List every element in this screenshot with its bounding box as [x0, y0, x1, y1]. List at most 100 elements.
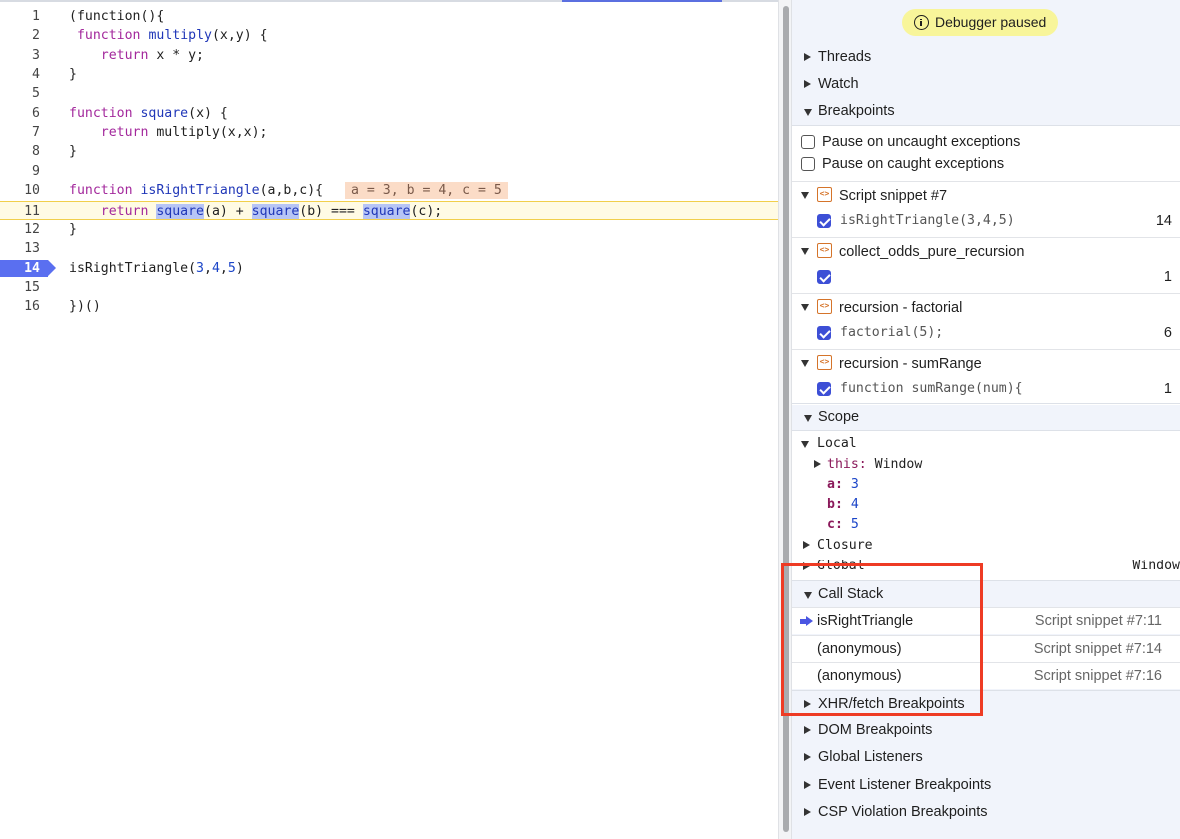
pause-caught-checkbox[interactable] — [801, 157, 815, 171]
breakpoint-checkbox[interactable] — [817, 326, 831, 340]
code-text: (function(){ — [69, 7, 164, 26]
code-line[interactable]: 2 function multiply(x,y) { — [0, 26, 778, 45]
breakpoint-line-number: 14 — [1155, 213, 1172, 229]
scrollbar-thumb[interactable] — [783, 6, 789, 832]
scope-global[interactable]: Global Window — [792, 560, 1180, 572]
code-line[interactable]: 11 return square(a) + square(b) === squa… — [0, 200, 778, 221]
pause-options: Pause on uncaught exceptions Pause on ca… — [792, 125, 1180, 181]
code-text: function multiply(x,y) { — [69, 26, 268, 45]
call-frame[interactable]: (anonymous) Script snippet #7:16 — [792, 662, 1180, 689]
code-line[interactable]: 15 — [0, 278, 778, 297]
code-line[interactable]: 6 function square(x) { — [0, 104, 778, 123]
line-number[interactable]: 6 — [0, 104, 40, 123]
call-stack-section-header[interactable]: Call Stack — [792, 580, 1180, 607]
scope-section-header[interactable]: Scope — [792, 403, 1180, 430]
line-number[interactable]: 4 — [0, 65, 40, 84]
line-number[interactable]: 9 — [0, 162, 40, 181]
event-listener-breakpoints-header[interactable]: Event Listener Breakpoints — [792, 772, 1180, 799]
collapse-triangle-icon[interactable] — [801, 304, 809, 311]
code-line[interactable]: 5 — [0, 84, 778, 103]
collapse-triangle-icon[interactable] — [801, 248, 809, 255]
breakpoint-entry[interactable]: factorial(5); 6 — [792, 322, 1180, 344]
line-number[interactable]: 3 — [0, 46, 40, 65]
breakpoint-checkbox[interactable] — [817, 214, 831, 228]
scope-closure[interactable]: Closure — [792, 536, 1180, 556]
expand-triangle-icon — [804, 80, 811, 88]
code-line[interactable]: 14 isRightTriangle(3,4,5) — [0, 259, 778, 278]
line-number[interactable]: 15 — [0, 278, 40, 297]
breakpoints-section-header[interactable]: Breakpoints — [792, 98, 1180, 125]
breakpoint-file-name: recursion - sumRange — [839, 356, 982, 372]
line-number[interactable]: 11 — [0, 202, 40, 221]
code-line[interactable]: 4} — [0, 65, 778, 84]
breakpoint-file-group[interactable]: <> recursion - sumRange function sumRange(… — [792, 349, 1180, 405]
line-number[interactable]: 13 — [0, 239, 40, 258]
breakpoint-entry[interactable]: 1 — [792, 266, 1180, 288]
xhr-breakpoints-header[interactable]: XHR/fetch Breakpoints — [792, 690, 1180, 717]
var-name: c — [827, 517, 835, 532]
line-number[interactable]: 7 — [0, 123, 40, 142]
call-frame[interactable]: isRightTriangle Script snippet #7:11 — [792, 607, 1180, 634]
line-number[interactable]: 1 — [0, 7, 40, 26]
breakpoint-file-group[interactable]: <> recursion - factorial factorial(5); 6 — [792, 293, 1180, 349]
breakpoint-line-number: 1 — [1163, 269, 1172, 285]
pause-caught-option[interactable]: Pause on caught exceptions — [792, 153, 1180, 175]
var-name: b — [827, 497, 835, 512]
code-line[interactable]: 8} — [0, 142, 778, 161]
breakpoint-checkbox[interactable] — [817, 382, 831, 396]
code-line[interactable]: 13 — [0, 239, 778, 258]
line-number[interactable]: 10 — [0, 181, 40, 200]
collapse-triangle-icon — [801, 441, 809, 448]
snippet-file-icon: <> — [817, 299, 832, 314]
breakpoint-file-group[interactable]: <> collect_odds_pure_recursion 1 — [792, 237, 1180, 293]
code-line[interactable]: 9 — [0, 162, 778, 181]
code-text: function square(x) { — [69, 104, 228, 123]
csp-violation-breakpoints-header[interactable]: CSP Violation Breakpoints — [792, 799, 1180, 826]
frame-location: Script snippet #7:14 — [1033, 641, 1162, 657]
expand-triangle-icon — [803, 541, 810, 549]
line-number[interactable]: 5 — [0, 84, 40, 103]
line-number[interactable]: 12 — [0, 220, 40, 239]
code-token: x * y; — [148, 47, 204, 63]
breakpoint-marker[interactable]: 14 — [0, 259, 56, 277]
code-line[interactable]: 1 (function(){ — [0, 7, 778, 26]
dom-breakpoints-header[interactable]: DOM Breakpoints — [792, 717, 1180, 744]
editor-scrollbar[interactable] — [778, 0, 792, 839]
code-line[interactable]: 10 function isRightTriangle(a,b,c){a = 3,… — [0, 181, 778, 200]
code-line[interactable]: 16})() — [0, 297, 778, 316]
watch-section-header[interactable]: Watch — [792, 71, 1180, 98]
code-editor[interactable]: 1 (function(){2 function multiply(x,y) {3… — [0, 0, 778, 839]
breakpoint-entry[interactable]: function sumRange(num){1 — [792, 378, 1180, 400]
code-line[interactable]: 7 return multiply(x,x); — [0, 123, 778, 142]
global-listeners-header[interactable]: Global Listeners — [792, 744, 1180, 771]
line-number[interactable]: 16 — [0, 297, 40, 316]
code-line[interactable]: 12} — [0, 220, 778, 239]
snippet-file-icon: <> — [817, 243, 832, 258]
code-token: multiply — [148, 28, 212, 44]
code-line[interactable]: 3 return x * y; — [0, 46, 778, 65]
breakpoint-checkbox[interactable] — [817, 270, 831, 284]
threads-section-header[interactable]: Threads — [792, 44, 1180, 71]
expand-triangle-icon — [804, 808, 811, 816]
pause-uncaught-checkbox[interactable] — [801, 135, 815, 149]
scope-local[interactable]: Local — [792, 434, 1180, 454]
threads-label: Threads — [818, 49, 872, 65]
call-frame[interactable]: (anonymous) Script snippet #7:14 — [792, 635, 1180, 662]
collapse-triangle-icon[interactable] — [801, 360, 809, 367]
paused-label: Debugger paused — [935, 14, 1047, 30]
breakpoint-file-name: Script snippet #7 — [839, 188, 948, 204]
expand-triangle-icon — [803, 562, 810, 570]
scope-this[interactable]: this: Window — [792, 455, 1180, 475]
line-number[interactable]: 2 — [0, 26, 40, 45]
code-token: isRightTriangle( — [69, 260, 197, 276]
code-token: } — [69, 221, 77, 237]
breakpoint-entry[interactable]: isRightTriangle(3,4,5) 14 — [792, 210, 1180, 232]
section-label: Event Listener Breakpoints — [818, 777, 992, 793]
inline-values: a = 3, b = 4, c = 5 — [345, 182, 508, 200]
breakpoint-code: function sumRange(num){ — [840, 381, 1023, 396]
pause-uncaught-option[interactable]: Pause on uncaught exceptions — [792, 131, 1180, 153]
line-number[interactable]: 8 — [0, 142, 40, 161]
collapse-triangle-icon[interactable] — [801, 192, 809, 199]
breakpoint-file-group[interactable]: <> Script snippet #7 isRightTriangle(3,4,5… — [792, 181, 1180, 237]
